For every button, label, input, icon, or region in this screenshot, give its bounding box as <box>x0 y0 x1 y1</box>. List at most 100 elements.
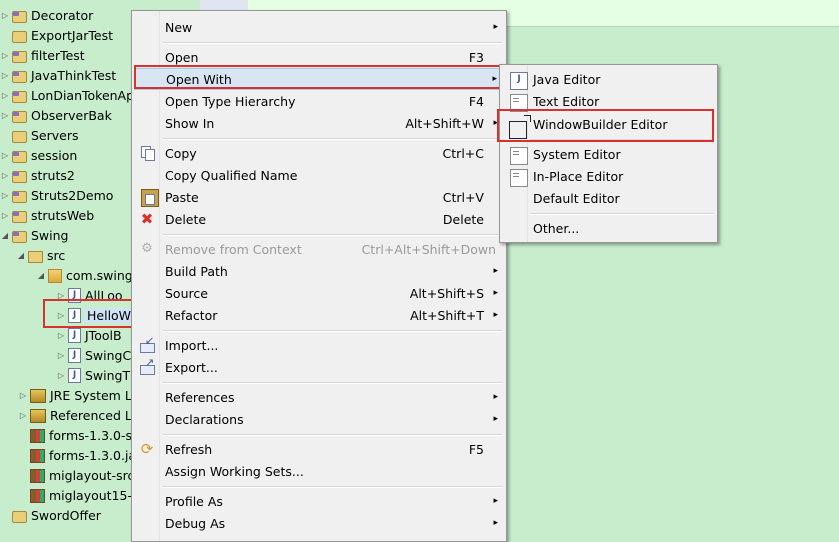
menu-item-profile-as[interactable]: Profile As ▸ <box>134 490 504 512</box>
menu-item-open-type-hierarchy[interactable]: Open Type Hierarchy F4 <box>134 90 504 112</box>
menu-item-windowbuilder-editor[interactable]: WindowBuilder Editor <box>502 113 715 139</box>
jar-icon <box>30 469 45 483</box>
tree-item[interactable]: Servers <box>0 125 79 145</box>
tree-item-label: HelloW <box>85 307 134 323</box>
menu-separator <box>162 382 503 384</box>
export-icon <box>139 356 155 375</box>
menu-item-in-place-editor[interactable]: In-Place Editor <box>502 165 715 187</box>
submenu-arrow-icon: ▸ <box>492 74 497 84</box>
tree-item[interactable]: ▷ session <box>0 145 77 165</box>
submenu-arrow-icon: ▸ <box>493 392 498 402</box>
open-with-submenu: J Java Editor Text Editor WindowBuilder … <box>499 64 718 243</box>
menu-item-references[interactable]: References ▸ <box>134 386 504 408</box>
menu-item-default-editor[interactable]: Default Editor <box>502 187 715 209</box>
text-editor-icon <box>510 94 528 112</box>
project-folder-icon <box>12 170 27 183</box>
tree-item[interactable]: ▷ strutsWeb <box>0 205 94 225</box>
expand-arrow-icon[interactable]: ▷ <box>56 330 66 340</box>
tree-item[interactable]: ▷ J AllLoo <box>56 285 123 305</box>
menu-item-text-editor[interactable]: Text Editor <box>502 90 715 112</box>
tree-item[interactable]: ▷ ObserverBak <box>0 105 112 125</box>
expand-arrow-icon[interactable]: ▷ <box>0 190 10 200</box>
tree-item-label: SwordOffer <box>31 507 101 523</box>
menu-item-system-editor[interactable]: System Editor <box>502 143 715 165</box>
library-icon <box>30 409 46 423</box>
tree-item[interactable]: ▷ J JToolB <box>56 325 122 345</box>
menu-item-copy[interactable]: Copy Ctrl+C <box>134 142 504 164</box>
java-file-icon: J <box>68 308 81 323</box>
tree-item-label: strutsWeb <box>31 207 95 223</box>
expand-arrow-icon[interactable]: ▷ <box>18 390 28 400</box>
tree-item[interactable]: ▷ JavaThinkTest <box>0 65 116 85</box>
java-file-icon: J <box>68 368 81 383</box>
tree-item[interactable]: ▷ JRE System Li <box>18 385 135 405</box>
collapse-arrow-icon[interactable]: ◢ <box>16 250 26 260</box>
project-folder-icon <box>12 190 27 203</box>
expand-arrow-icon[interactable]: ▷ <box>56 310 66 320</box>
expand-arrow-icon[interactable]: ▷ <box>56 370 66 380</box>
submenu-arrow-icon: ▸ <box>493 496 498 506</box>
menu-item-export[interactable]: Export... <box>134 356 504 378</box>
tree-item[interactable]: SwordOffer <box>0 505 101 525</box>
tree-item[interactable]: ◢ com.swing <box>36 265 133 285</box>
expand-arrow-icon[interactable]: ▷ <box>0 110 10 120</box>
tree-item[interactable]: miglayout15- <box>18 485 132 505</box>
tree-item-label: ObserverBak <box>31 107 112 123</box>
menu-item-build-path[interactable]: Build Path ▸ <box>134 260 504 282</box>
expand-arrow-icon[interactable]: ▷ <box>18 410 28 420</box>
tree-item[interactable]: ▷ Decorator <box>0 5 93 25</box>
tree-item[interactable]: ◢ Swing <box>0 225 69 245</box>
tree-item[interactable]: ▷ Referenced L <box>18 405 132 425</box>
tree-item[interactable]: ▷ Struts2Demo <box>0 185 113 205</box>
menu-item-show-in[interactable]: Show In Alt+Shift+W ▸ <box>134 112 504 134</box>
tree-item[interactable]: ▷ struts2 <box>0 165 75 185</box>
project-folder-icon <box>12 210 27 223</box>
menu-item-other[interactable]: Other... <box>502 217 715 239</box>
expand-arrow-icon[interactable]: ▷ <box>0 170 10 180</box>
expand-arrow-icon[interactable]: ▷ <box>56 350 66 360</box>
menu-item-remove-from-context: ⚙ Remove from Context Ctrl+Alt+Shift+Dow… <box>134 238 504 260</box>
expand-arrow-icon[interactable]: ▷ <box>0 210 10 220</box>
menu-item-copy-qualified-name[interactable]: Copy Qualified Name <box>134 164 504 186</box>
tree-item-label: filterTest <box>31 47 85 63</box>
tree-item[interactable]: ▷ J SwingC <box>56 345 131 365</box>
menu-separator <box>162 234 503 236</box>
menu-item-new[interactable]: New ▸ <box>134 16 504 38</box>
tree-item[interactable]: ▷ filterTest <box>0 45 85 65</box>
collapse-arrow-icon[interactable]: ◢ <box>0 230 10 240</box>
menu-item-import[interactable]: Import... <box>134 334 504 356</box>
folder-icon <box>12 130 27 143</box>
menu-item-paste[interactable]: Paste Ctrl+V <box>134 186 504 208</box>
expand-arrow-icon[interactable]: ▷ <box>0 50 10 60</box>
expand-arrow-icon[interactable]: ▷ <box>56 290 66 300</box>
tree-item[interactable]: forms-1.3.0.ja <box>18 445 136 465</box>
tree-item[interactable]: ExportJarTest <box>0 25 113 45</box>
menu-item-declarations[interactable]: Declarations ▸ <box>134 408 504 430</box>
tree-item-label: SwingC <box>85 347 132 363</box>
menu-separator <box>530 139 714 141</box>
tree-item[interactable]: ◢ src <box>16 245 65 265</box>
menu-item-refactor[interactable]: Refactor Alt+Shift+T ▸ <box>134 304 504 326</box>
menu-item-delete[interactable]: ✖ Delete Delete <box>134 208 504 230</box>
tree-item-label: AllLoo <box>85 287 123 303</box>
menu-item-open-with[interactable]: Open With ▸ <box>134 68 504 90</box>
expand-arrow-icon[interactable]: ▷ <box>0 70 10 80</box>
expand-arrow-icon[interactable]: ▷ <box>0 10 10 20</box>
tree-item-selected[interactable]: ▷ J HelloW <box>56 305 134 325</box>
expand-arrow-icon[interactable]: ▷ <box>0 150 10 160</box>
tree-item[interactable]: ▷ LonDianTokenAp <box>0 85 134 105</box>
menu-item-open[interactable]: Open F3 <box>134 46 504 68</box>
project-folder-icon <box>12 50 27 63</box>
jar-icon <box>30 429 45 443</box>
menu-item-source[interactable]: Source Alt+Shift+S ▸ <box>134 282 504 304</box>
tree-item[interactable]: forms-1.3.0-s <box>18 425 132 445</box>
menu-item-assign-working-sets[interactable]: Assign Working Sets... <box>134 460 504 482</box>
menu-item-java-editor[interactable]: J Java Editor <box>502 68 715 90</box>
menu-item-refresh[interactable]: ⟳ Refresh F5 <box>134 438 504 460</box>
menu-separator <box>530 213 714 215</box>
tree-item[interactable]: miglayout-src <box>18 465 134 485</box>
tree-item[interactable]: ▷ J SwingT <box>56 365 130 385</box>
collapse-arrow-icon[interactable]: ◢ <box>36 270 46 280</box>
expand-arrow-icon[interactable]: ▷ <box>0 90 10 100</box>
system-editor-icon <box>510 147 528 165</box>
